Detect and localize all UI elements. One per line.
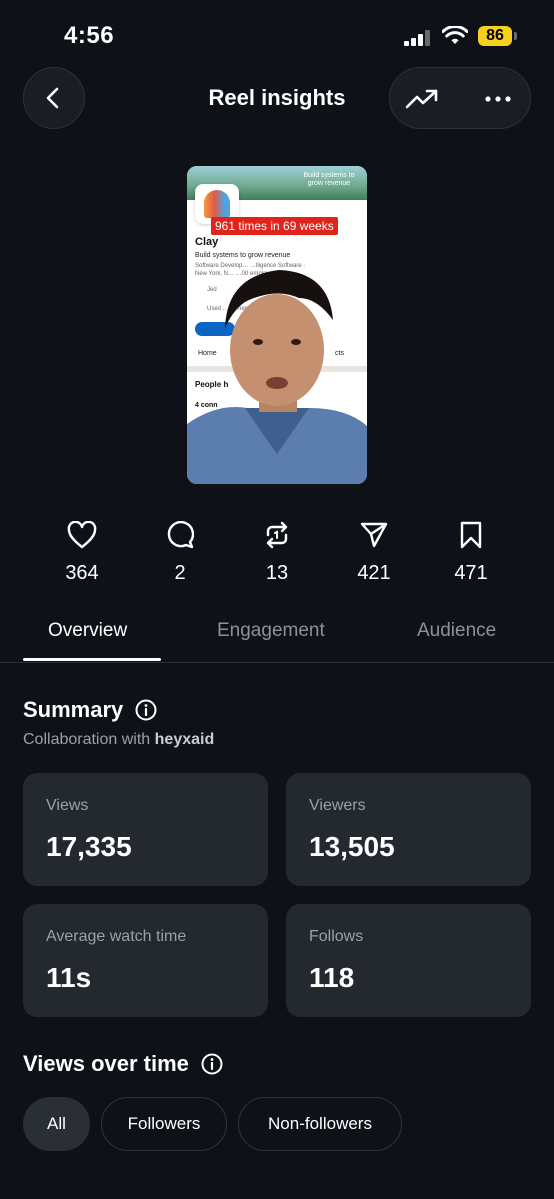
- shares-count: 421: [357, 562, 391, 584]
- stat-likes: 364: [42, 520, 122, 585]
- metric-value: 11s: [46, 962, 92, 993]
- views-over-time-header: Views over time: [23, 1051, 223, 1077]
- status-time: 4:56: [64, 22, 115, 49]
- metric-card-viewers: Viewers 13,505: [286, 773, 531, 886]
- creator-video-frame: [187, 270, 367, 484]
- tab-overview[interactable]: Overview: [48, 620, 127, 642]
- reel-thumbnail[interactable]: Build systems to grow revenue 961 times …: [187, 166, 367, 484]
- status-bar: 4:56 86: [0, 0, 554, 70]
- more-button[interactable]: [480, 81, 516, 117]
- bookmark-icon: [460, 521, 482, 549]
- more-horizontal-icon: [485, 96, 511, 102]
- metric-card-views: Views 17,335: [23, 773, 268, 886]
- header-actions: [389, 67, 531, 129]
- filter-chip-all[interactable]: All: [23, 1097, 90, 1151]
- views-over-time-title: Views over time: [23, 1051, 189, 1076]
- metric-label: Viewers: [309, 797, 366, 814]
- active-tab-indicator: [23, 658, 161, 661]
- battery-indicator: 86: [478, 26, 512, 46]
- metric-label: Average watch time: [46, 928, 187, 945]
- saves-count: 471: [454, 562, 488, 584]
- wifi-icon: [442, 26, 468, 44]
- heart-icon: [67, 521, 97, 549]
- metric-card-average-watch-time: Average watch time 11s: [23, 904, 268, 1017]
- thumbnail-badge: 961 times in 69 weeks: [211, 217, 338, 235]
- metric-card-follows: Follows 118: [286, 904, 531, 1017]
- tab-engagement[interactable]: Engagement: [217, 620, 325, 642]
- metric-value: 17,335: [46, 831, 132, 862]
- insights-tabs: Overview Engagement Audience: [0, 600, 554, 663]
- stat-comments: 2: [140, 520, 220, 585]
- comment-icon: [167, 521, 194, 549]
- trend-button[interactable]: [404, 81, 440, 117]
- metric-label: Follows: [309, 928, 364, 945]
- collaborator-username[interactable]: heyxaid: [155, 731, 215, 748]
- stat-shares: 421: [334, 520, 414, 585]
- battery-tip: [514, 32, 517, 40]
- trending-up-icon: [405, 89, 438, 109]
- reposts-count: 13: [265, 562, 289, 584]
- thumbnail-company-name: Clay: [195, 236, 219, 248]
- likes-count: 364: [65, 562, 99, 584]
- summary-title: Summary: [23, 697, 124, 722]
- engagement-stats: 364 2 13 421 471: [0, 520, 554, 590]
- filter-chip-non-followers[interactable]: Non-followers: [238, 1097, 402, 1151]
- summary-header: Summary: [23, 697, 157, 723]
- info-icon[interactable]: [201, 1053, 223, 1075]
- metric-value: 118: [309, 962, 355, 993]
- filter-chip-followers[interactable]: Followers: [101, 1097, 227, 1151]
- tab-audience[interactable]: Audience: [417, 620, 496, 642]
- repost-icon: [266, 521, 288, 549]
- stat-reposts: 13: [237, 520, 317, 585]
- comments-count: 2: [174, 562, 186, 584]
- stat-saves: 471: [431, 520, 511, 585]
- collaboration-prefix: Collaboration with: [23, 731, 151, 748]
- send-icon: [360, 522, 388, 548]
- thumbnail-banner-text: Build systems to grow revenue: [303, 172, 355, 187]
- info-icon[interactable]: [135, 699, 157, 721]
- nav-bar: Reel insights: [0, 67, 554, 131]
- metric-value: 13,505: [309, 831, 395, 862]
- metric-label: Views: [46, 797, 89, 814]
- cellular-signal-icon: [404, 30, 434, 46]
- collaboration-text: Collaboration with heyxaid: [23, 731, 214, 749]
